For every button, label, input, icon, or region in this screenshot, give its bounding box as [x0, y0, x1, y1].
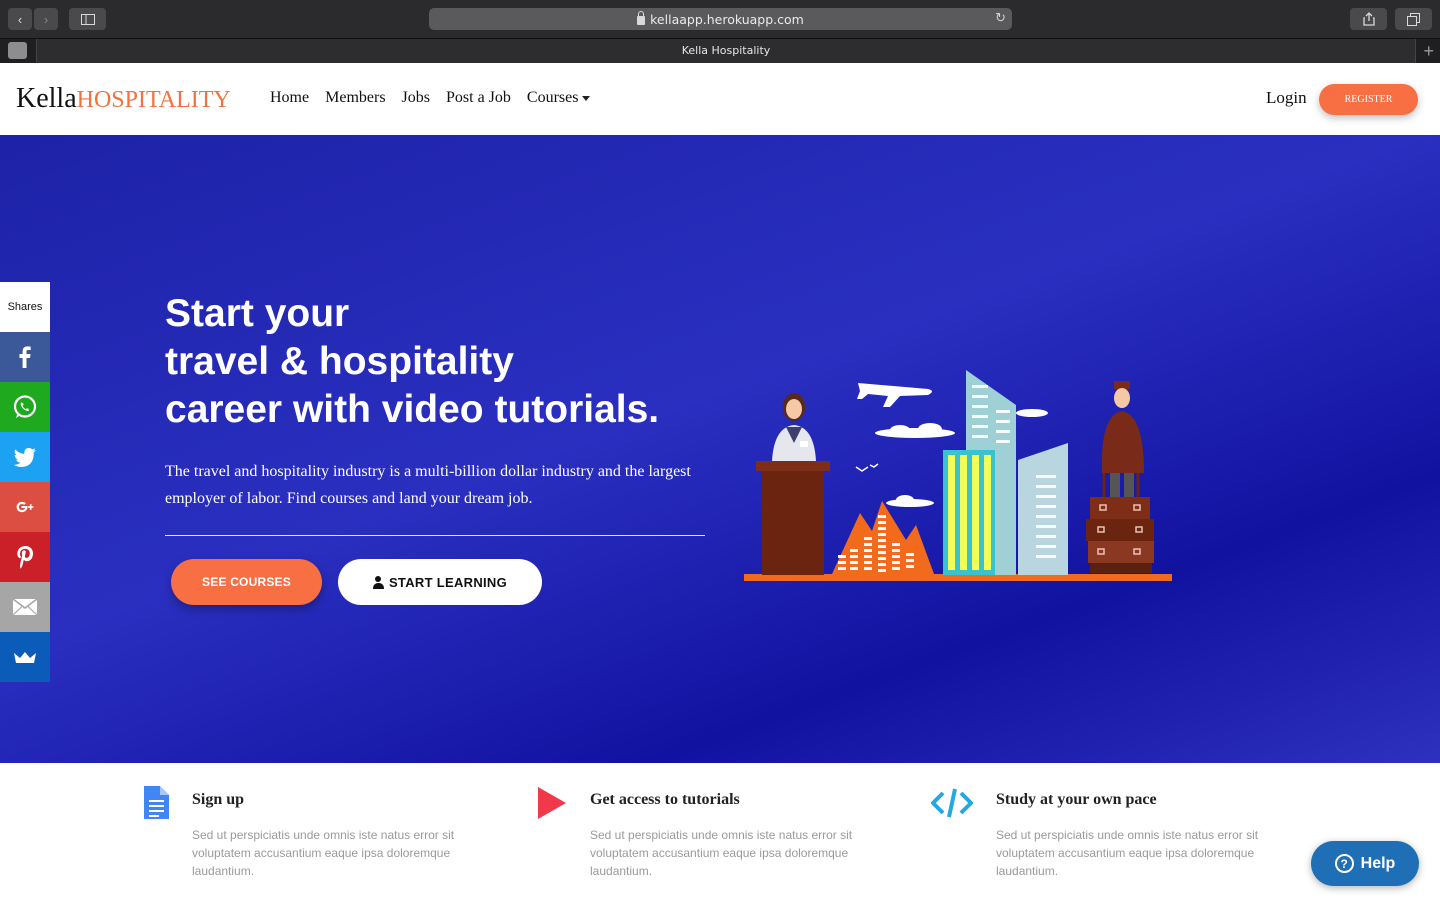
see-courses-button[interactable]: SEE COURSES [171, 559, 322, 605]
start-learning-button[interactable]: START LEARNING [338, 559, 542, 605]
logo-accent: HOSPITALITY [76, 87, 231, 113]
feature-title: Study at your own pace [996, 791, 1157, 808]
share-facebook-button[interactable] [0, 332, 50, 382]
lock-icon [637, 10, 646, 25]
caret-down-icon [582, 95, 591, 101]
share-google-plus-button[interactable] [0, 482, 50, 532]
new-tab-icon[interactable]: + [1423, 39, 1434, 63]
features-section: Sign up Sed ut perspiciatis unde omnis i… [0, 763, 1440, 900]
code-icon [931, 788, 973, 818]
share-pinterest-button[interactable] [0, 532, 50, 582]
site-logo[interactable]: KellaHOSPITALITY [16, 83, 231, 115]
share-button[interactable] [1350, 8, 1387, 30]
reload-icon[interactable]: ↻ [995, 11, 1006, 26]
hero-title-line: career with video tutorials. [165, 388, 660, 431]
user-icon [372, 575, 384, 589]
nav-link-courses: Courses [526, 89, 579, 106]
feature-title: Sign up [192, 791, 245, 808]
shares-label: Shares [0, 282, 50, 332]
url-text: kellaapp.herokuapp.com [650, 11, 804, 27]
tabs-overview-button[interactable] [1395, 8, 1432, 30]
address-bar[interactable]: kellaapp.herokuapp.com ↻ [429, 8, 1012, 30]
tabs-icon [1407, 12, 1420, 26]
back-button[interactable]: ‹ [8, 8, 32, 30]
tab-favicon-icon [8, 42, 27, 59]
feature-text: Sed ut perspiciatis unde omnis iste natu… [996, 828, 1259, 878]
document-icon [144, 786, 169, 819]
share-twitter-button[interactable] [0, 432, 50, 482]
help-button[interactable]: ? Help [1311, 841, 1419, 886]
browser-toolbar: ‹ › kellaapp.herokuapp.com ↻ [0, 0, 1440, 38]
share-sidebar: Shares [0, 282, 50, 682]
hero-title: Start your travel & hospitality career w… [165, 290, 725, 434]
login-link[interactable]: Login [1266, 88, 1307, 108]
sidebar-toggle-button[interactable] [69, 8, 106, 30]
crown-icon [14, 652, 36, 663]
share-sumo-button[interactable] [0, 632, 50, 682]
hero-section: Start your travel & hospitality career w… [0, 135, 1440, 763]
google-plus-icon [16, 501, 34, 513]
question-icon: ? [1334, 854, 1354, 873]
feature-title: Get access to tutorials [590, 791, 740, 808]
share-email-button[interactable] [0, 582, 50, 632]
start-learning-label: START LEARNING [388, 574, 508, 590]
pinterest-icon [17, 546, 33, 569]
nav-link-members[interactable]: Members [325, 89, 385, 107]
share-icon [1362, 12, 1375, 26]
play-icon [538, 787, 566, 819]
nav-link-jobs[interactable]: Jobs [402, 89, 430, 107]
help-label: Help [1360, 854, 1396, 872]
nav-link-post-a-job[interactable]: Post a Job [446, 89, 511, 107]
share-whatsapp-button[interactable] [0, 382, 50, 432]
tab-bar: Kella Hospitality + [0, 38, 1440, 63]
hospitality-illustration [744, 370, 1172, 581]
hero-title-line: Start your [165, 292, 350, 335]
twitter-icon [13, 447, 37, 467]
feature-text: Sed ut perspiciatis unde omnis iste natu… [192, 828, 455, 878]
email-icon [12, 598, 38, 616]
sidebar-icon [80, 13, 95, 25]
tab-title[interactable]: Kella Hospitality [36, 39, 1416, 63]
register-button[interactable]: REGISTER [1319, 84, 1418, 115]
nav-dropdown-courses[interactable]: Courses [527, 89, 591, 107]
facebook-icon [19, 346, 31, 368]
hero-title-line: travel & hospitality [165, 340, 514, 383]
nav-link-home[interactable]: Home [270, 89, 309, 107]
feature-text: Sed ut perspiciatis unde omnis iste natu… [590, 828, 853, 878]
nav-links: Home Members Jobs Post a Job Courses [270, 89, 591, 107]
forward-button[interactable]: › [34, 8, 58, 30]
logo-main: Kella [16, 83, 77, 114]
whatsapp-icon [13, 395, 37, 418]
site-navbar: KellaHOSPITALITY Home Members Jobs Post … [0, 63, 1440, 135]
hero-divider [165, 535, 705, 536]
hero-description: The travel and hospitality industry is a… [165, 463, 691, 507]
